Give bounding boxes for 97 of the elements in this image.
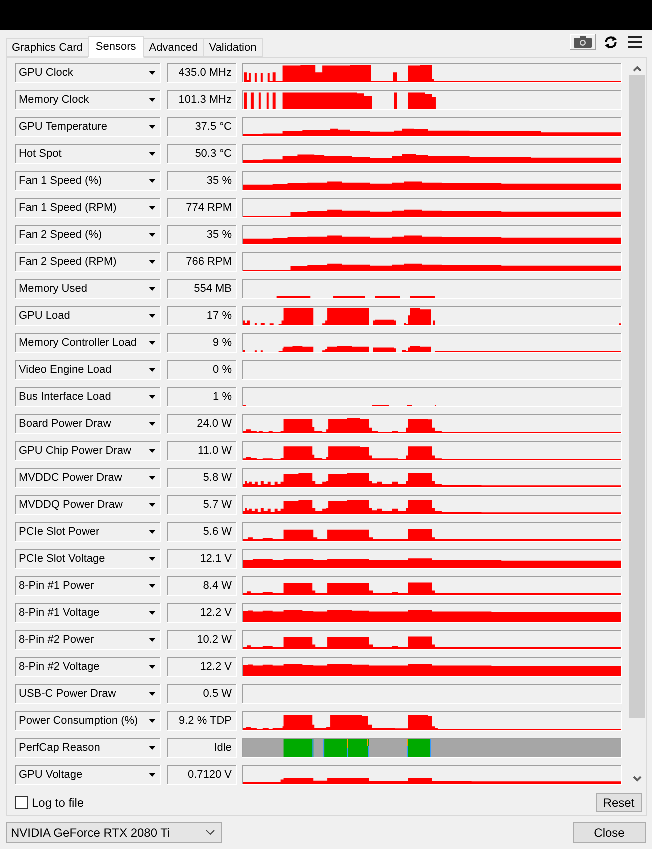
caret-icon <box>149 530 156 534</box>
menu-icon[interactable] <box>628 36 642 48</box>
sensor-value: 50.3 °C <box>167 144 237 164</box>
sensor-value: 17 % <box>167 306 237 326</box>
sensor-dropdown[interactable]: Hot Spot <box>15 144 161 164</box>
caret-icon <box>149 368 156 372</box>
sensor-value: 435.0 MHz <box>167 63 237 83</box>
device-dropdown[interactable]: NVIDIA GeForce RTX 2080 Ti <box>6 822 222 843</box>
refresh-icon[interactable] <box>604 36 618 48</box>
sensor-value: 0.5 W <box>167 684 237 704</box>
checkbox[interactable] <box>15 796 28 809</box>
caret-icon <box>149 179 156 183</box>
sensor-dropdown[interactable]: Board Power Draw <box>15 414 161 434</box>
chevron-up-icon[interactable] <box>632 66 642 72</box>
caret-icon <box>149 773 156 777</box>
caret-icon <box>149 422 156 426</box>
caret-icon <box>149 98 156 102</box>
tab[interactable]: Sensors <box>88 36 144 58</box>
caret-icon <box>149 395 156 399</box>
sensor-dropdown[interactable]: GPU Temperature <box>15 117 161 137</box>
sensor-dropdown[interactable]: Fan 1 Speed (RPM) <box>15 198 161 218</box>
sensor-value: 5.6 W <box>167 522 237 542</box>
sensor-value: 101.3 MHz <box>167 90 237 110</box>
caret-icon <box>149 287 156 291</box>
camera-icon <box>574 36 592 48</box>
sensor-value: 8.4 W <box>167 576 237 596</box>
caret-icon <box>149 503 156 507</box>
chevron-down-icon[interactable] <box>632 776 642 782</box>
chevron-down-icon <box>206 830 215 835</box>
sensor-dropdown[interactable]: Fan 1 Speed (%) <box>15 171 161 191</box>
sensor-dropdown[interactable]: Video Engine Load <box>15 360 161 380</box>
caret-icon <box>149 557 156 561</box>
sensor-value: 11.0 W <box>167 441 237 461</box>
sensor-value: 9.2 % TDP <box>167 711 237 731</box>
sensor-dropdown[interactable]: GPU Voltage <box>15 765 161 785</box>
caret-icon <box>149 692 156 696</box>
caret-icon <box>149 152 156 156</box>
sensor-dropdown[interactable]: GPU Load <box>15 306 161 326</box>
tab[interactable]: Advanced <box>143 38 204 57</box>
sensor-value: 35 % <box>167 171 237 191</box>
sensor-value: 12.2 V <box>167 603 237 623</box>
sensor-dropdown[interactable]: PCIe Slot Power <box>15 522 161 542</box>
sensor-value: 774 RPM <box>167 198 237 218</box>
caret-icon <box>149 341 156 345</box>
sensor-value: 0 % <box>167 360 237 380</box>
sensor-dropdown[interactable]: PerfCap Reason <box>15 738 161 758</box>
sensor-dropdown[interactable]: GPU Clock <box>15 63 161 83</box>
sensor-dropdown[interactable]: MVDDC Power Draw <box>15 468 161 488</box>
sensor-dropdown[interactable]: Fan 2 Speed (RPM) <box>15 252 161 272</box>
sensor-dropdown[interactable]: Memory Used <box>15 279 161 299</box>
sensor-value: 0.7120 V <box>167 765 237 785</box>
caret-icon <box>149 638 156 642</box>
camera-button[interactable] <box>570 34 596 50</box>
sensor-dropdown[interactable]: PCIe Slot Voltage <box>15 549 161 569</box>
sensor-value: 35 % <box>167 225 237 245</box>
caret-icon <box>149 476 156 480</box>
sensor-value: Idle <box>167 738 237 758</box>
sensor-dropdown[interactable]: 8-Pin #1 Voltage <box>15 603 161 623</box>
caret-icon <box>149 665 156 669</box>
sensor-value: 766 RPM <box>167 252 237 272</box>
sensor-dropdown[interactable]: Bus Interface Load <box>15 387 161 407</box>
sensor-dropdown[interactable]: Power Consumption (%) <box>15 711 161 731</box>
caret-icon <box>149 314 156 318</box>
sensor-value: 24.0 W <box>167 414 237 434</box>
caret-icon <box>149 125 156 129</box>
caret-icon <box>149 206 156 210</box>
close-button[interactable]: Close <box>573 822 646 843</box>
sensor-value: 5.7 W <box>167 495 237 515</box>
caret-icon <box>149 260 156 264</box>
sensor-value: 10.2 W <box>167 630 237 650</box>
caret-icon <box>149 584 156 588</box>
sensor-value: 37.5 °C <box>167 117 237 137</box>
sensor-dropdown[interactable]: GPU Chip Power Draw <box>15 441 161 461</box>
caret-icon <box>149 71 156 75</box>
sensor-dropdown[interactable]: 8-Pin #2 Power <box>15 630 161 650</box>
checkbox-label[interactable]: Log to file <box>32 796 84 810</box>
sensor-dropdown[interactable]: 8-Pin #2 Voltage <box>15 657 161 677</box>
sensor-dropdown[interactable]: USB-C Power Draw <box>15 684 161 704</box>
caret-icon <box>149 746 156 750</box>
caret-icon <box>149 233 156 237</box>
sensor-dropdown[interactable]: Memory Controller Load <box>15 333 161 353</box>
sensor-value: 12.2 V <box>167 657 237 677</box>
sensor-dropdown[interactable]: Memory Clock <box>15 90 161 110</box>
sensor-dropdown[interactable]: MVDDQ Power Draw <box>15 495 161 515</box>
sensor-dropdown[interactable]: 8-Pin #1 Power <box>15 576 161 596</box>
sensor-dropdown[interactable]: Fan 2 Speed (%) <box>15 225 161 245</box>
reset-button[interactable]: Reset <box>596 793 642 812</box>
caret-icon <box>149 719 156 723</box>
tab[interactable]: Validation <box>203 38 263 57</box>
sensor-value: 5.8 W <box>167 468 237 488</box>
caret-icon <box>149 449 156 453</box>
sensor-value: 9 % <box>167 333 237 353</box>
caret-icon <box>149 611 156 615</box>
tab[interactable]: Graphics Card <box>6 38 89 57</box>
sensor-value: 554 MB <box>167 279 237 299</box>
sensor-value: 12.1 V <box>167 549 237 569</box>
sensor-value: 1 % <box>167 387 237 407</box>
